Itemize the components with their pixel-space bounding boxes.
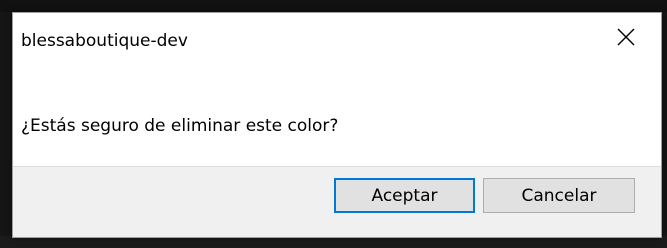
- dialog-title: blessaboutique-dev: [21, 31, 188, 51]
- dialog-message: ¿Estás seguro de eliminar este color?: [21, 116, 339, 136]
- cancel-button[interactable]: Cancelar: [483, 178, 635, 213]
- close-button[interactable]: [605, 20, 647, 54]
- close-icon: [617, 28, 635, 46]
- background-top-strip: [0, 0, 667, 12]
- accept-button[interactable]: Aceptar: [334, 178, 475, 213]
